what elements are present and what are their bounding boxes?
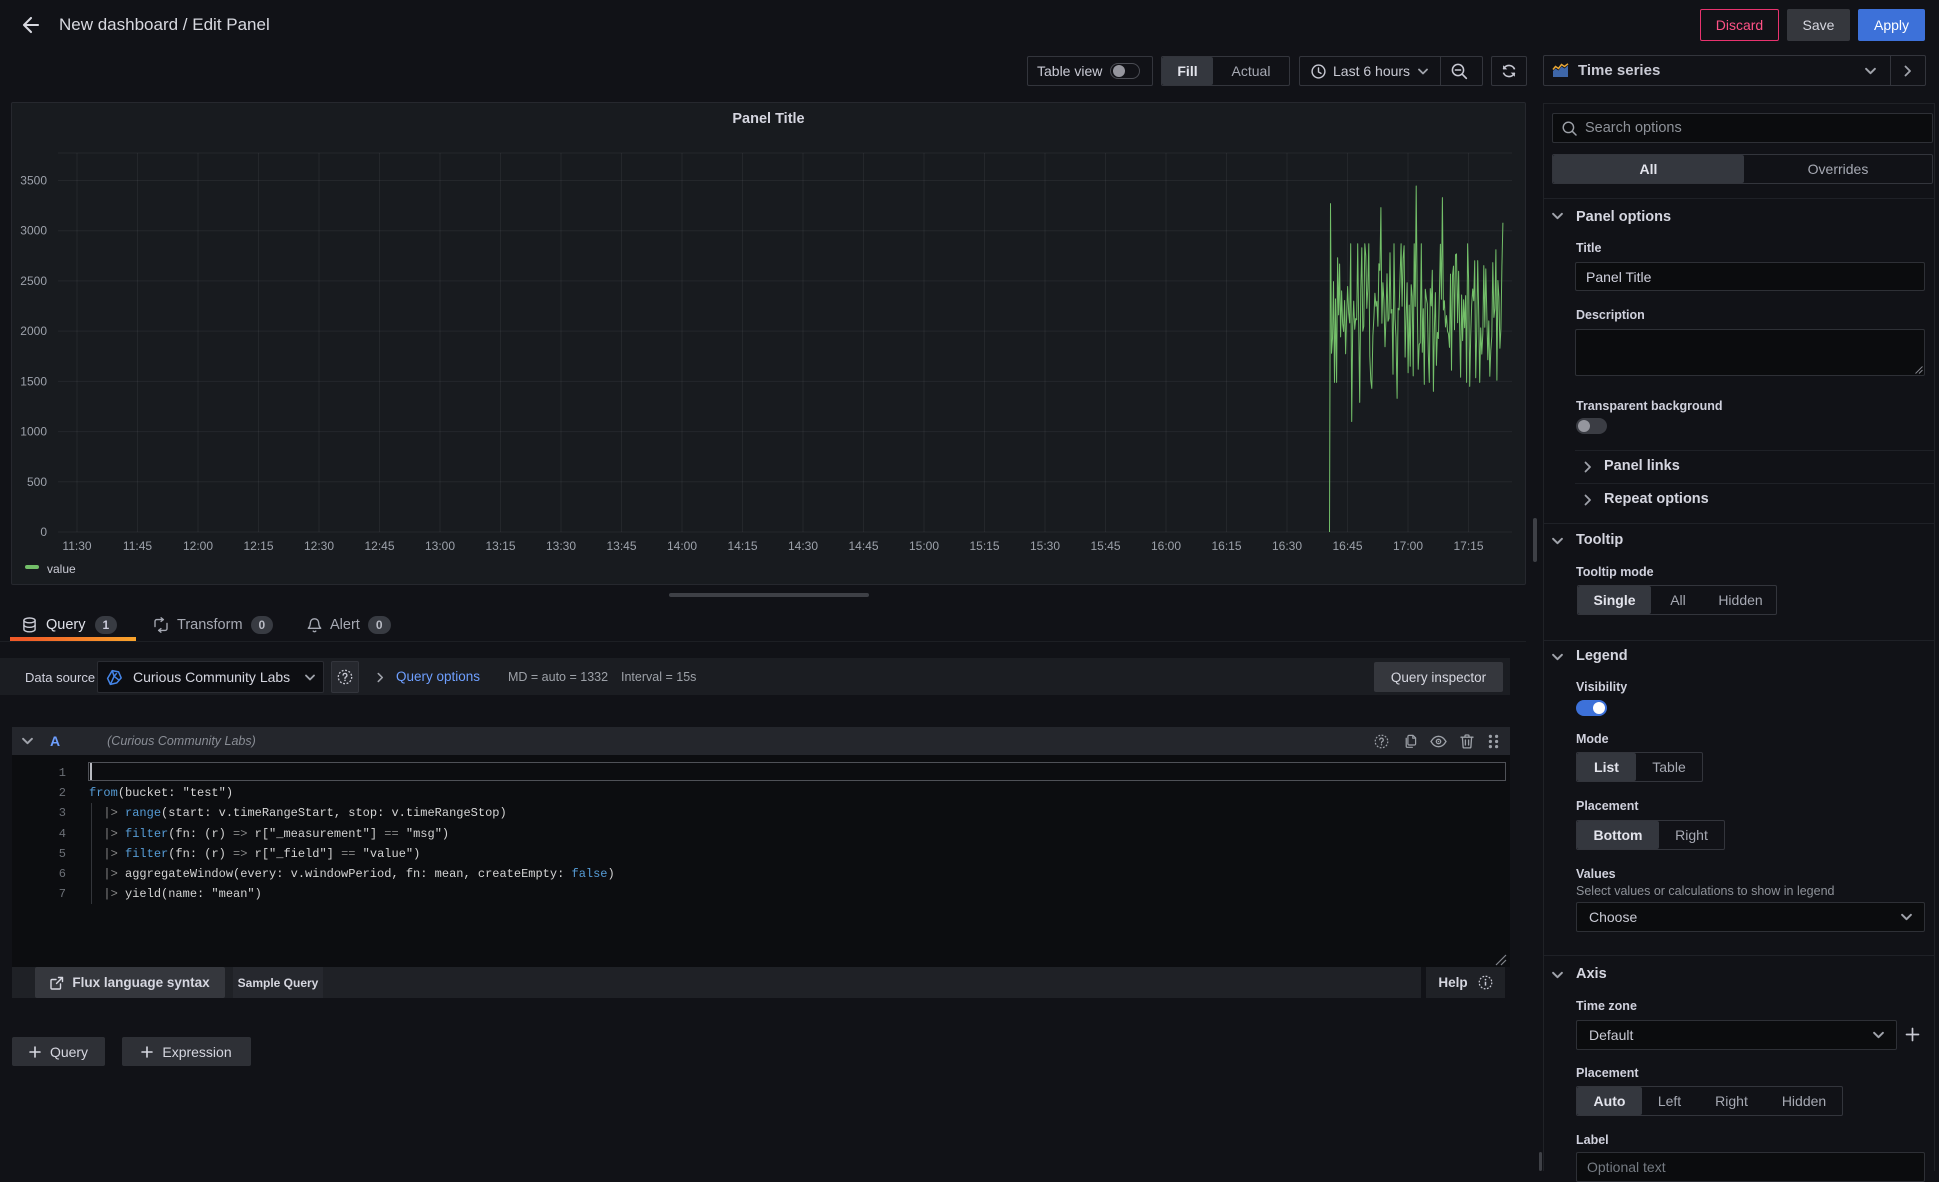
svg-text:13:45: 13:45 [606, 539, 636, 553]
svg-text:14:30: 14:30 [788, 539, 818, 553]
svg-text:16:45: 16:45 [1332, 539, 1362, 553]
svg-text:13:15: 13:15 [485, 539, 515, 553]
svg-text:14:00: 14:00 [667, 539, 697, 553]
svg-text:16:00: 16:00 [1151, 539, 1181, 553]
svg-text:value: value [47, 562, 76, 576]
svg-text:3500: 3500 [20, 174, 47, 188]
svg-text:0: 0 [40, 525, 47, 539]
svg-text:16:30: 16:30 [1272, 539, 1302, 553]
svg-text:15:15: 15:15 [969, 539, 999, 553]
svg-text:12:45: 12:45 [364, 539, 394, 553]
svg-text:15:30: 15:30 [1030, 539, 1060, 553]
svg-text:14:45: 14:45 [848, 539, 878, 553]
svg-text:12:00: 12:00 [183, 539, 213, 553]
svg-text:12:30: 12:30 [304, 539, 334, 553]
svg-text:17:15: 17:15 [1453, 539, 1483, 553]
svg-text:12:15: 12:15 [243, 539, 273, 553]
svg-text:14:15: 14:15 [727, 539, 757, 553]
svg-text:17:00: 17:00 [1393, 539, 1423, 553]
svg-text:15:00: 15:00 [909, 539, 939, 553]
svg-text:11:45: 11:45 [123, 539, 152, 553]
svg-text:13:00: 13:00 [425, 539, 455, 553]
svg-text:500: 500 [27, 475, 47, 489]
svg-text:15:45: 15:45 [1090, 539, 1120, 553]
svg-text:3000: 3000 [20, 224, 47, 238]
svg-text:1500: 1500 [20, 374, 47, 388]
svg-text:11:30: 11:30 [62, 539, 91, 553]
svg-text:13:30: 13:30 [546, 539, 576, 553]
svg-text:16:15: 16:15 [1211, 539, 1241, 553]
svg-text:2000: 2000 [20, 324, 47, 338]
svg-text:2500: 2500 [20, 274, 47, 288]
svg-text:1000: 1000 [20, 425, 47, 439]
